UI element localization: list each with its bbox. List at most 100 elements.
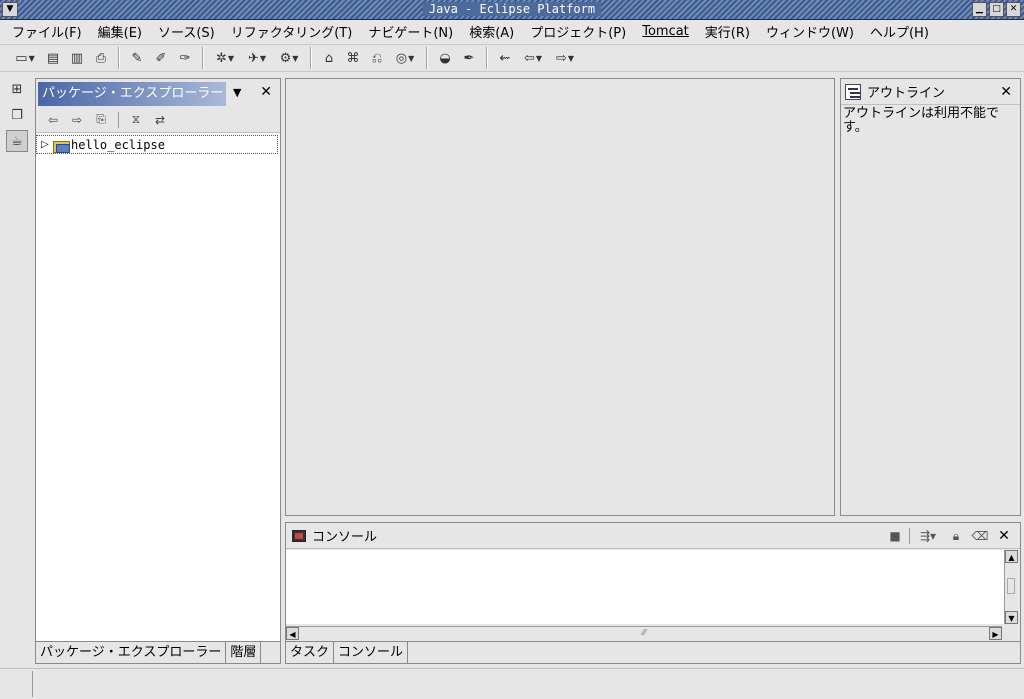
external-tools-button[interactable]: ⚙ ▼: [274, 47, 304, 69]
new-package-button[interactable]: ✐: [150, 47, 172, 69]
back-icon: ⇦: [523, 50, 535, 66]
perspective-bar: ⊞ ❐ ☕: [4, 76, 30, 662]
outline-title[interactable]: アウトライン: [867, 82, 945, 101]
open-perspective-icon: ⊞: [11, 81, 23, 97]
resource-perspective-icon: ❐: [11, 107, 23, 123]
package-explorer-tabs: パッケージ・エクスプローラー 階層: [36, 641, 280, 663]
menu-help[interactable]: ヘルプ(H): [864, 22, 935, 41]
close-button[interactable]: ✕: [1006, 2, 1021, 17]
menu-window[interactable]: ウィンドウ(W): [760, 22, 860, 41]
open-type-icon: ◎: [395, 50, 408, 66]
tomcat-restart-button[interactable]: ⎌: [366, 47, 388, 69]
window-title: Java - Eclipse Platform: [0, 2, 1024, 16]
package-explorer-title[interactable]: パッケージ・エクスプローラー: [38, 82, 226, 106]
horizontal-scrollbar[interactable]: ◀ ⁄⁄⁄ ▶: [286, 626, 1002, 640]
save-all-icon: ▥: [70, 50, 84, 66]
toolbar-separator: [310, 47, 312, 69]
last-edit-location-button[interactable]: ⇜: [494, 47, 516, 69]
tab-hierarchy[interactable]: 階層: [226, 642, 262, 663]
debug-button[interactable]: ✲ ▼: [210, 47, 240, 69]
open-perspective-button[interactable]: ⊞: [6, 78, 28, 100]
print-icon: ⎙: [95, 50, 107, 66]
clear-console-icon[interactable]: ⌫: [970, 527, 990, 545]
new-class-icon: ✑: [179, 50, 191, 66]
menu-refactor[interactable]: リファクタリング(T): [225, 22, 359, 41]
console-output[interactable]: [286, 550, 1004, 624]
scroll-up-icon[interactable]: ▲: [1005, 550, 1018, 563]
up-icon[interactable]: ⎘: [90, 110, 112, 130]
close-icon[interactable]: ✕: [994, 527, 1014, 545]
new-java-project-icon: ✎: [131, 50, 143, 66]
new-java-project-button[interactable]: ✎: [126, 47, 148, 69]
back-button[interactable]: ⇦ ▼: [518, 47, 548, 69]
run-icon: ✈: [247, 50, 259, 66]
menu-edit[interactable]: 編集(E): [92, 22, 148, 41]
tomcat-start-button[interactable]: ⌂: [318, 47, 340, 69]
vertical-scrollbar[interactable]: ▲ ▼: [1004, 550, 1018, 624]
save-icon: ▤: [46, 50, 60, 66]
maximize-button[interactable]: □: [989, 2, 1004, 17]
new-wizard-button[interactable]: ▭ ▼: [10, 47, 40, 69]
save-all-button[interactable]: ▥: [66, 47, 88, 69]
scroll-down-icon[interactable]: ▼: [1005, 611, 1018, 624]
package-explorer-toolbar: ⇦ ⇨ ⎘ ⧖ ⇄: [36, 107, 280, 133]
scroll-right-icon[interactable]: ▶: [989, 627, 1002, 640]
toolbar-separator: [426, 47, 428, 69]
scroll-lock-icon[interactable]: 🔒︎: [946, 527, 966, 545]
display-selected-console-icon[interactable]: ⇶▾: [914, 527, 942, 545]
console-tabs: タスク コンソール: [286, 641, 1020, 663]
resource-perspective-button[interactable]: ❐: [6, 104, 28, 126]
java-perspective-button[interactable]: ☕: [6, 130, 28, 152]
tomcat-stop-button[interactable]: ⌘: [342, 47, 364, 69]
forward-button[interactable]: ⇨ ▼: [550, 47, 580, 69]
scroll-thumb[interactable]: [1007, 578, 1015, 594]
tree-item[interactable]: ▷ hello_eclipse: [36, 135, 278, 154]
terminate-icon[interactable]: ■: [885, 527, 905, 545]
tab-console[interactable]: コンソール: [334, 642, 409, 663]
scroll-thumb[interactable]: ⁄⁄⁄: [626, 628, 662, 638]
new-class-button[interactable]: ✑: [174, 47, 196, 69]
package-explorer-view: パッケージ・エクスプローラー ▼ ✕ ⇦ ⇨ ⎘ ⧖ ⇄ ▷ hello_ecl…: [35, 78, 281, 664]
title-bar: ▼ Java - Eclipse Platform ▁ □ ✕: [0, 0, 1024, 20]
expand-icon[interactable]: ▷: [41, 139, 53, 150]
collapse-all-icon[interactable]: ⧖: [125, 110, 147, 130]
menu-navigate[interactable]: ナビゲート(N): [362, 22, 459, 41]
tomcat-restart-icon: ⎌: [371, 50, 383, 66]
new-package-icon: ✐: [155, 50, 167, 66]
toolbar-separator: [118, 47, 120, 69]
toolbar-separator: [118, 111, 119, 128]
status-bar: [0, 668, 1024, 699]
search-button[interactable]: ◒: [434, 47, 456, 69]
minimize-button[interactable]: ▁: [972, 2, 987, 17]
console-title[interactable]: コンソール: [312, 526, 377, 545]
menu-run[interactable]: 実行(R): [699, 22, 756, 41]
status-divider: [32, 671, 33, 697]
scroll-left-icon[interactable]: ◀: [286, 627, 299, 640]
new-wizard-icon: ▭: [15, 50, 28, 66]
run-button[interactable]: ✈ ▼: [242, 47, 272, 69]
open-editor-icon: ✒: [463, 50, 475, 66]
debug-icon: ✲: [215, 50, 227, 66]
back-icon[interactable]: ⇦: [42, 110, 64, 130]
link-with-editor-icon[interactable]: ⇄: [149, 110, 171, 130]
menu-project[interactable]: プロジェクト(P): [524, 22, 632, 41]
menu-file[interactable]: ファイル(F): [6, 22, 88, 41]
open-type-button[interactable]: ◎ ▼: [390, 47, 420, 69]
menu-search[interactable]: 検索(A): [463, 22, 520, 41]
tab-tasks[interactable]: タスク: [286, 642, 335, 663]
close-icon[interactable]: ✕: [1000, 84, 1012, 100]
print-button[interactable]: ⎙: [90, 47, 112, 69]
view-menu-icon[interactable]: ▼: [233, 86, 241, 99]
menu-tomcat[interactable]: Tomcat: [636, 24, 695, 39]
package-tree: ▷ hello_eclipse: [36, 133, 280, 641]
tab-package-explorer[interactable]: パッケージ・エクスプローラー: [36, 642, 227, 663]
open-editor-button[interactable]: ✒: [458, 47, 480, 69]
menu-source[interactable]: ソース(S): [152, 22, 221, 41]
forward-icon[interactable]: ⇨: [66, 110, 88, 130]
editor-area[interactable]: [285, 78, 835, 516]
close-icon[interactable]: ✕: [260, 84, 272, 100]
menu-bar: ファイル(F) 編集(E) ソース(S) リファクタリング(T) ナビゲート(N…: [0, 20, 1024, 42]
save-button[interactable]: ▤: [42, 47, 64, 69]
tomcat-stop-icon: ⌘: [346, 50, 360, 66]
console-view: コンソール ■ ⇶▾ 🔒︎ ⌫ ✕ ▲ ▼ ◀ ⁄⁄⁄ ▶ タスク コンソール: [285, 522, 1021, 664]
